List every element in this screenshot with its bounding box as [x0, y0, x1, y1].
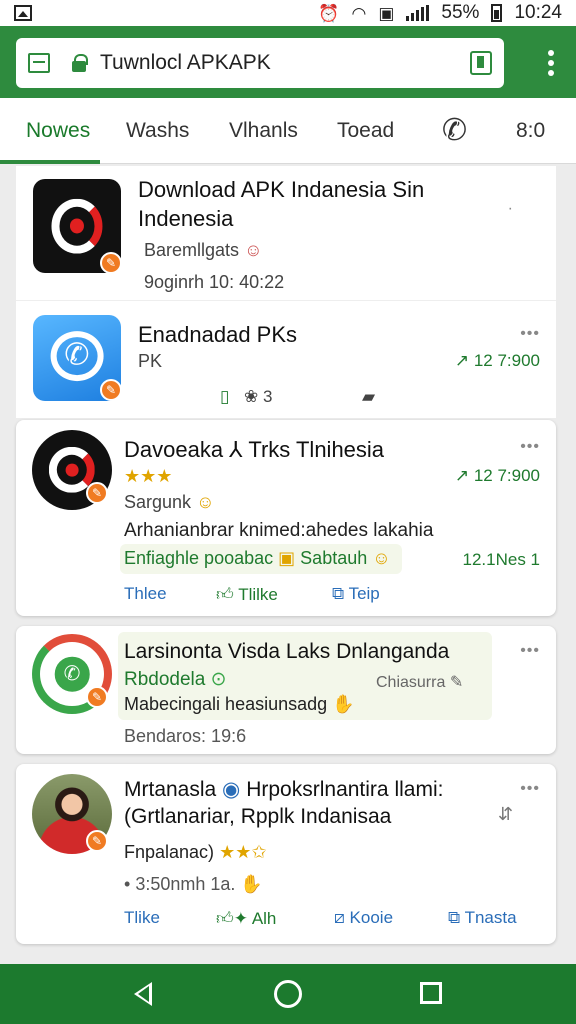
back-icon[interactable] — [134, 982, 152, 1006]
tab-switcher-icon[interactable] — [28, 53, 50, 73]
home-icon[interactable] — [274, 980, 302, 1008]
share-icon: ⧉ — [332, 584, 345, 603]
image-notification-icon — [14, 5, 32, 21]
pencil-icon: ✎ — [449, 674, 464, 691]
url-text[interactable]: Tuwnlocl APKAPK — [100, 51, 470, 75]
item-subtitle: Baremllgats ☺ — [144, 240, 263, 260]
emoji-icon: ☺ — [372, 548, 391, 568]
list-item[interactable]: ✎ Davoeaka ⅄ Trks Tlnihesia ★★★ Sargunk … — [16, 420, 556, 616]
rating-stars: ★★★ — [124, 466, 173, 486]
like-button[interactable]: 👍︎✦ Alh — [216, 908, 276, 929]
list-item[interactable]: ✎ Download APK Indanesia Sin Indenesia B… — [16, 166, 556, 300]
item-description: Mabecingali heasiunsadg ✋ — [124, 694, 355, 714]
copy-icon[interactable]: ▯ — [220, 387, 229, 407]
sim-icon: ▣ — [378, 3, 395, 23]
like-button[interactable]: 👍︎ Tlilke — [216, 584, 278, 605]
badge-icon: ✎ — [86, 830, 108, 852]
stat-count: ↗ 12 7:900 — [454, 351, 540, 370]
list-item[interactable]: ✆ ✎ Enadnadad PKs PK ••• ↗ 12 7:900 ▯ ❀ … — [16, 300, 556, 418]
share-button[interactable]: ⧉ Teip — [332, 584, 380, 604]
stat-count: ↗ 12 7:900 — [454, 466, 540, 485]
emoji-icon: ☺ — [244, 240, 263, 260]
battery-icon — [491, 4, 503, 22]
item-subtitle: Rbdodela ⊙ — [124, 669, 227, 690]
stat-secondary: 12.1Nes 1 — [462, 550, 541, 569]
badge-icon: ✎ — [86, 686, 108, 708]
item-tags: Enfiaghle pooabac ▣ Sabtauh ☺ — [124, 548, 391, 568]
status-bar: ⏰ ◠ ▣ 55% 10:24 — [0, 0, 576, 26]
tab-toead[interactable]: Toead — [337, 98, 394, 164]
battery-percent: 55% — [441, 2, 480, 23]
item-subtitle: Fnpalanac) ★★✩ — [124, 842, 267, 862]
item-subtitle: Sargunk ☺ — [124, 492, 215, 512]
item-meta: • 3:50nmh 1a. ✋ — [124, 874, 263, 894]
share-count[interactable]: ❀ 3 — [244, 387, 272, 407]
list-item[interactable]: ✎ Larsinonta Visda Laks Dnlanganda Rbdod… — [16, 626, 556, 754]
more-icon[interactable]: ••• — [520, 438, 540, 456]
tab-vlhanls[interactable]: Vlhanls — [229, 98, 298, 164]
edit-icon: ⧄ — [334, 908, 345, 927]
share-icon: ⧉ — [448, 908, 461, 927]
item-meta: 9oginrh 10: 40:22 — [144, 272, 285, 292]
item-date: Bendaros: 19:6 — [124, 726, 247, 746]
item-subtitle: PK — [138, 351, 163, 371]
system-nav-bar — [0, 964, 576, 1024]
item-title: Download APK Indanesia Sin Indenesia — [138, 177, 425, 231]
more-icon[interactable]: ••• — [520, 780, 540, 798]
tab-washs[interactable]: Washs — [126, 98, 189, 164]
item-title: Davoeaka ⅄ Trks Tlnihesia — [124, 437, 385, 462]
more-icon[interactable]: ••• — [520, 642, 540, 660]
alarm-icon: ⏰ — [318, 3, 340, 23]
badge-icon: ✎ — [100, 379, 122, 401]
bookmark-icon[interactable] — [470, 51, 492, 75]
signal-icon — [406, 5, 430, 21]
item-description: Arhanianbrar knimed:ahedes lakahia — [124, 520, 434, 541]
item-title: Enadnadad PKs — [138, 322, 298, 347]
tab-bar: Nowes Washs Vlhanls Toead ✆ 8:0 — [0, 98, 576, 164]
thumbs-up-icon: 👍︎✦ — [216, 909, 249, 928]
badge-icon: ✎ — [86, 482, 108, 504]
emoji-icon: ✋ — [332, 694, 355, 714]
tab-count[interactable]: 8:0 — [516, 98, 545, 164]
thumbs-up-icon: 👍︎ — [216, 585, 234, 604]
pin-icon[interactable]: ⇵ — [498, 804, 513, 825]
item-title: Mrtanasla ◉ Hrpoksrlnantira llami: (Grtl… — [124, 778, 444, 829]
phone-icon[interactable]: ✆ — [442, 98, 467, 164]
tab-nowes[interactable]: Nowes — [0, 98, 101, 164]
overflow-menu-icon[interactable] — [548, 50, 554, 76]
more-icon[interactable]: · — [508, 200, 514, 218]
address-bar[interactable]: Tuwnlocl APKAPK — [16, 38, 504, 88]
action-comment[interactable]: Thlee — [124, 584, 167, 604]
edit-button[interactable]: ⧄ Kooie — [334, 908, 393, 928]
clock: 10:24 — [514, 2, 562, 23]
edit-label[interactable]: Chiasurra ✎ — [376, 672, 463, 692]
browser-toolbar: Tuwnlocl APKAPK — [0, 26, 576, 98]
badge-icon: ✎ — [100, 252, 122, 274]
list-item[interactable]: ✎ Mrtanasla ◉ Hrpoksrlnantira llami: (Gr… — [16, 764, 556, 944]
more-icon[interactable]: ••• — [520, 325, 540, 343]
lock-emoji: ▣ — [278, 548, 296, 568]
wifi-icon: ◠ — [351, 3, 367, 23]
feed-list: ✎ Download APK Indanesia Sin Indenesia B… — [16, 166, 556, 964]
emoji-icon: ☺ — [196, 492, 215, 512]
flag-icon[interactable]: ▰ — [362, 387, 375, 407]
verified-icon: ⊙ — [210, 669, 227, 690]
rating-stars: ★★✩ — [219, 842, 267, 862]
action-comment[interactable]: Tlike — [124, 908, 160, 928]
share-button[interactable]: ⧉ Tnasta — [448, 908, 517, 928]
lock-icon — [72, 54, 88, 72]
globe-icon: ◉ — [222, 778, 241, 801]
recents-icon[interactable] — [420, 982, 442, 1004]
emoji-icon: ✋ — [240, 874, 263, 894]
item-title: Larsinonta Visda Laks Dnlanganda — [124, 640, 450, 663]
